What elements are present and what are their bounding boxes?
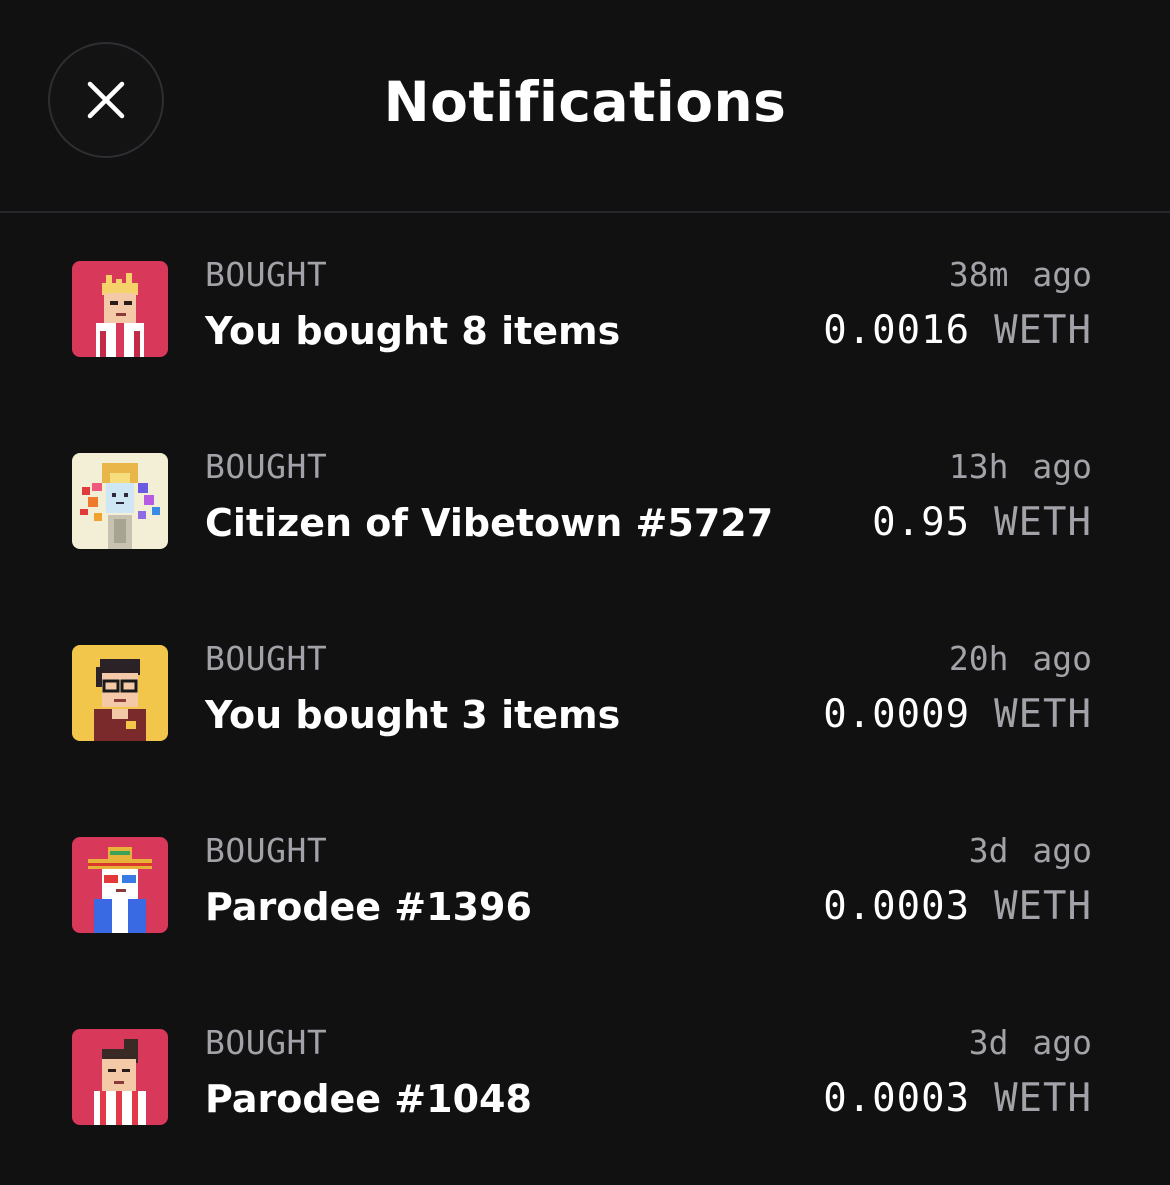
event-type-label: BOUGHT: [205, 639, 328, 678]
price: 0.95 WETH: [872, 499, 1092, 547]
price-currency: WETH: [994, 308, 1092, 353]
price: 0.0016 WETH: [823, 307, 1092, 355]
price: 0.0003 WETH: [823, 883, 1092, 931]
price-amount: 0.95: [872, 500, 971, 545]
notification-title: Parodee #1396: [205, 885, 532, 929]
pixel-avatar-pink-horned: [72, 261, 168, 357]
event-type-label: BOUGHT: [205, 447, 328, 486]
price-amount: 0.0003: [823, 884, 971, 929]
timestamp: 13h ago: [948, 447, 1092, 486]
page-title: Notifications: [383, 70, 787, 134]
timestamp: 20h ago: [948, 639, 1092, 678]
timestamp: 3d ago: [968, 831, 1092, 870]
pixel-avatar-sombrero: [72, 837, 168, 933]
notification-item[interactable]: BOUGHT You bought 8 items 38m ago 0.0016…: [0, 213, 1170, 405]
event-type-label: BOUGHT: [205, 255, 328, 294]
price-amount: 0.0003: [823, 1076, 971, 1121]
notification-title: Citizen of Vibetown #5727: [205, 501, 774, 545]
pixel-avatar-glasses: [72, 645, 168, 741]
price-currency: WETH: [994, 692, 1092, 737]
timestamp: 38m ago: [948, 255, 1092, 294]
price-currency: WETH: [994, 884, 1092, 929]
notification-item[interactable]: BOUGHT You bought 3 items 20h ago 0.0009…: [0, 597, 1170, 789]
price: 0.0009 WETH: [823, 691, 1092, 739]
timestamp: 3d ago: [968, 1023, 1092, 1062]
notification-title: Parodee #1048: [205, 1077, 532, 1121]
price-currency: WETH: [994, 1076, 1092, 1121]
price: 0.0003 WETH: [823, 1075, 1092, 1123]
event-type-label: BOUGHT: [205, 831, 328, 870]
notification-title: You bought 3 items: [205, 693, 621, 737]
header: Notifications: [0, 0, 1170, 213]
price-amount: 0.0016: [823, 308, 971, 353]
notification-item[interactable]: BOUGHT Parodee #1396 3d ago 0.0003 WETH: [0, 789, 1170, 981]
notification-item[interactable]: BOUGHT Citizen of Vibetown #5727 13h ago…: [0, 405, 1170, 597]
citizen-of-vibetown-art: [72, 453, 168, 549]
price-amount: 0.0009: [823, 692, 971, 737]
notification-title: You bought 8 items: [205, 309, 621, 353]
pixel-avatar-ponytail: [72, 1029, 168, 1125]
notification-item[interactable]: BOUGHT Parodee #1048 3d ago 0.0003 WETH: [0, 981, 1170, 1173]
price-currency: WETH: [994, 500, 1092, 545]
event-type-label: BOUGHT: [205, 1023, 328, 1062]
